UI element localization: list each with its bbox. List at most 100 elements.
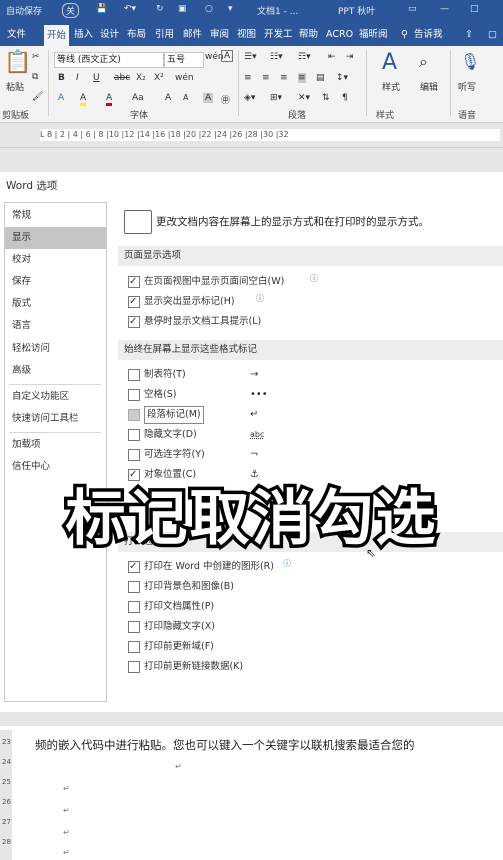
paste-button[interactable]: 粘贴 <box>6 80 24 93</box>
tab-review[interactable]: 审阅 <box>207 26 232 44</box>
change-case-button[interactable]: Aa <box>132 93 144 103</box>
font-size-select[interactable]: 五号 <box>164 52 204 68</box>
justify-icon[interactable]: ≡ <box>298 73 306 83</box>
decrease-indent-icon[interactable]: ⇤ <box>328 52 336 62</box>
undo-icon[interactable]: ↶▾ <box>124 4 136 14</box>
font-name-select[interactable]: 等线 (西文正文) <box>54 52 164 68</box>
char-shading-button[interactable]: A <box>203 93 214 103</box>
editing-button[interactable]: 编辑 <box>420 80 438 93</box>
tab-layout[interactable]: 布局 <box>124 26 149 44</box>
checkbox[interactable] <box>128 369 140 381</box>
distributed-icon[interactable]: ▤ <box>316 73 325 83</box>
redo-icon[interactable]: ↻ <box>156 4 164 14</box>
nav-save[interactable]: 保存 <box>5 271 106 293</box>
tab-references[interactable]: 引用 <box>152 26 177 44</box>
char-border-icon[interactable]: A <box>221 50 234 62</box>
cut-icon[interactable]: ✂ <box>32 52 40 62</box>
shading-icon[interactable]: ◈▾ <box>244 93 255 103</box>
nav-proofing[interactable]: 校对 <box>5 249 106 271</box>
option-row[interactable]: 隐藏文字(D) abc <box>128 427 288 443</box>
line-spacing-icon[interactable]: ↕▾ <box>336 73 348 83</box>
microphone-icon[interactable]: 🎙 <box>460 52 480 71</box>
checkbox[interactable] <box>128 449 140 461</box>
tab-view[interactable]: 视图 <box>234 26 259 44</box>
tell-me-box[interactable]: 告诉我 <box>411 26 446 44</box>
checkbox[interactable] <box>128 389 140 401</box>
paste-icon[interactable]: 📋 <box>4 50 31 75</box>
checkbox[interactable] <box>128 661 140 673</box>
multilevel-list-icon[interactable]: ☶▾ <box>298 52 311 62</box>
nav-accessibility[interactable]: 轻松访问 <box>5 338 106 360</box>
chinese-layout-icon[interactable]: ✕▾ <box>298 93 310 103</box>
tab-help[interactable]: 帮助 <box>296 26 321 44</box>
circle-icon[interactable]: ○ <box>205 4 213 14</box>
nav-general[interactable]: 常规 <box>5 205 106 227</box>
lightbulb-icon[interactable]: ⚲ <box>398 26 411 44</box>
checkbox[interactable] <box>128 409 140 421</box>
text-effects-button[interactable]: A <box>58 93 64 103</box>
phonetic-icon[interactable]: wén <box>175 73 194 83</box>
bold-button[interactable]: B <box>58 73 65 83</box>
format-painter-icon[interactable]: 🖌 <box>32 92 43 102</box>
tab-file[interactable]: 文件 <box>4 26 29 44</box>
show-marks-icon[interactable]: ¶ <box>342 93 348 103</box>
user-name[interactable]: PPT 秋叶 <box>338 4 375 17</box>
superscript-button[interactable]: X² <box>154 73 164 83</box>
checkbox[interactable] <box>128 294 140 310</box>
option-row[interactable]: 段落标记(M) ↵ <box>128 406 288 424</box>
underline-button[interactable]: U <box>93 73 100 83</box>
grow-font-button[interactable]: A <box>165 93 171 103</box>
styles-icon[interactable]: A <box>382 50 397 75</box>
italic-button[interactable]: I <box>76 73 79 83</box>
tab-acrobat[interactable]: ACRO <box>323 26 356 44</box>
nav-add-ins[interactable]: 加载项 <box>5 434 106 456</box>
font-color-button[interactable]: A <box>106 93 113 106</box>
align-left-icon[interactable]: ≡ <box>244 73 252 83</box>
enclose-char-icon[interactable]: ㊥ <box>221 93 230 106</box>
option-row[interactable]: 空格(S) ••• <box>128 387 288 403</box>
maximize-icon[interactable]: □ <box>470 4 479 14</box>
nav-typography[interactable]: 版式 <box>5 293 106 315</box>
share-icon[interactable]: ⇪ <box>462 26 476 44</box>
highlight-button[interactable]: A <box>80 93 87 106</box>
checkbox[interactable] <box>128 601 140 613</box>
comments-icon[interactable]: ▢ <box>485 26 500 44</box>
tab-design[interactable]: 设计 <box>97 26 122 44</box>
align-center-icon[interactable]: ≡ <box>262 73 270 83</box>
document-text[interactable]: 频的嵌入代码中进行粘贴。您也可以键入一个关键字以联机搜索最适合您的 <box>35 737 503 753</box>
tab-home[interactable]: 开始 <box>44 25 70 46</box>
copy-icon[interactable]: ⧉ <box>32 72 38 82</box>
minimize-icon[interactable]: — <box>440 4 449 14</box>
checkbox[interactable] <box>128 314 140 330</box>
tab-mailings[interactable]: 邮件 <box>180 26 205 44</box>
nav-language[interactable]: 语言 <box>5 315 106 337</box>
borders-icon[interactable]: ⊞▾ <box>270 93 282 103</box>
numbering-icon[interactable]: ☷▾ <box>270 52 283 62</box>
option-row[interactable]: 可选连字符(Y) ¬ <box>128 447 288 463</box>
customize-qat-icon[interactable]: ▾ <box>228 4 233 14</box>
save-icon[interactable]: 💾 <box>96 4 107 14</box>
styles-button[interactable]: 样式 <box>382 80 400 93</box>
increase-indent-icon[interactable]: ⇥ <box>346 52 354 62</box>
bullets-icon[interactable]: ☰▾ <box>244 52 257 62</box>
nav-customize-ribbon[interactable]: 自定义功能区 <box>5 386 106 408</box>
shrink-font-button[interactable]: A <box>183 93 188 102</box>
ribbon-options-icon[interactable]: ▭ <box>408 4 417 14</box>
autosave-toggle[interactable]: 关 <box>62 3 80 18</box>
nav-advanced[interactable]: 高级 <box>5 360 106 382</box>
nav-quick-access-toolbar[interactable]: 快速访问工具栏 <box>5 408 106 430</box>
horizontal-ruler[interactable]: L 8 | 2 | 4 | 6 | 8 |10 |12 |14 |16 |18 … <box>0 123 503 148</box>
strikethrough-button[interactable]: abc <box>114 73 130 83</box>
checkbox[interactable] <box>128 274 140 290</box>
option-row[interactable]: 制表符(T) → <box>128 367 288 383</box>
dictate-button[interactable]: 听写 <box>458 80 476 93</box>
tab-foxit[interactable]: 福昕阅 <box>356 26 391 44</box>
tab-insert[interactable]: 插入 <box>71 26 96 44</box>
sort-icon[interactable]: ⇅ <box>322 93 330 103</box>
nav-display[interactable]: 显示 <box>5 227 106 249</box>
checkbox[interactable] <box>128 641 140 653</box>
checkbox[interactable] <box>128 621 140 633</box>
align-right-icon[interactable]: ≡ <box>280 73 288 83</box>
find-icon[interactable]: ⌕ <box>419 52 428 72</box>
subscript-button[interactable]: X₂ <box>136 73 146 83</box>
